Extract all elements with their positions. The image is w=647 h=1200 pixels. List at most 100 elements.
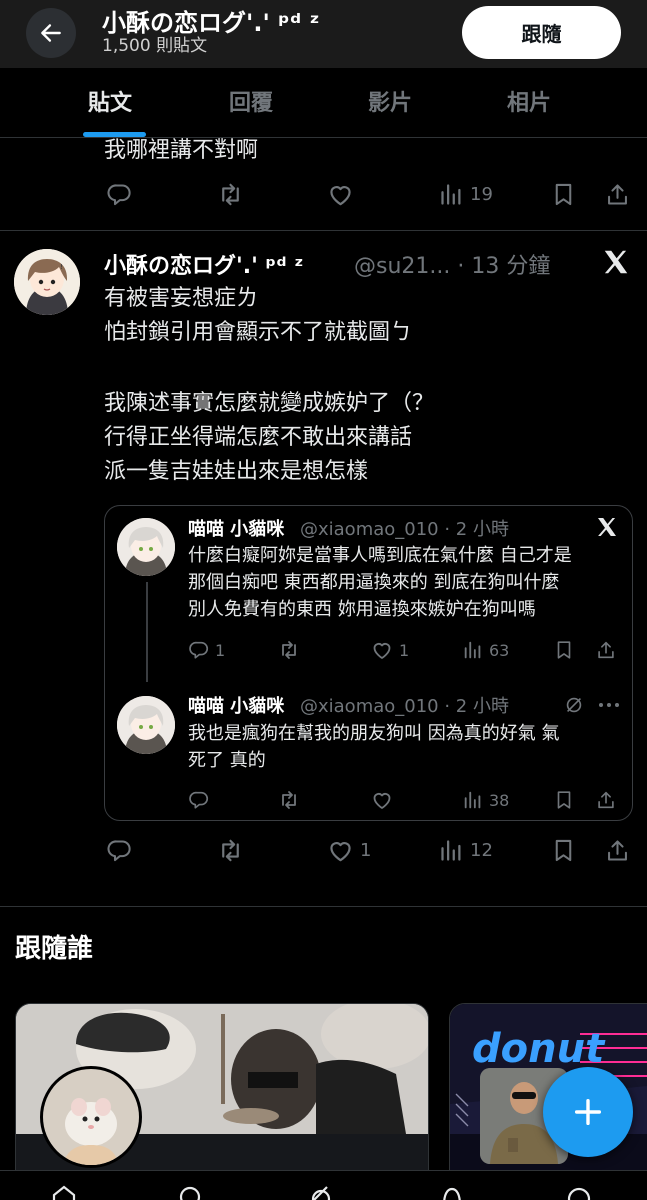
heart-icon	[370, 788, 394, 812]
bookmark-button[interactable]	[553, 782, 575, 818]
views-count: 19	[470, 183, 493, 205]
views-count: 63	[489, 640, 510, 660]
views-count: 12	[470, 839, 493, 861]
messages-icon[interactable]	[565, 1185, 593, 1200]
reply-icon	[188, 639, 210, 661]
heart-icon	[326, 180, 355, 209]
reply-button[interactable]	[106, 832, 133, 868]
x-logo-icon	[601, 247, 631, 277]
retweet-button[interactable]	[216, 832, 245, 868]
share-icon	[604, 181, 631, 208]
tweet-handle-time: @su21... · 13 分鐘	[354, 254, 551, 279]
retweet-icon	[216, 836, 245, 865]
views-count: 38	[489, 790, 510, 810]
bookmark-icon	[550, 837, 577, 864]
grok-icon[interactable]	[305, 1185, 335, 1200]
share-button[interactable]	[604, 832, 631, 868]
views-button[interactable]: 19	[438, 176, 493, 212]
tab-posts[interactable]: 貼文	[88, 85, 132, 117]
like-button[interactable]	[326, 176, 355, 212]
like-button[interactable]: 1	[370, 632, 409, 668]
avatar-illustration	[117, 518, 175, 576]
prev-tweet-text: 我哪裡講不對啊	[104, 138, 259, 163]
retweet-button[interactable]	[216, 176, 245, 212]
quote-handle-time: @xiaomao_010 · 2 小時	[300, 519, 509, 540]
bookmark-button[interactable]	[550, 176, 577, 212]
svg-text:!: !	[60, 263, 63, 271]
reply-count: 1	[215, 640, 226, 660]
tab-photos[interactable]: 相片	[507, 85, 551, 117]
search-icon[interactable]	[176, 1185, 204, 1200]
quote-handle-time: @xiaomao_010 · 2 小時	[300, 696, 509, 717]
reply-button[interactable]	[106, 176, 133, 212]
bookmark-button[interactable]	[553, 632, 575, 668]
reply-button[interactable]	[188, 782, 210, 818]
views-button[interactable]: 38	[462, 782, 509, 818]
like-count: 1	[399, 640, 410, 660]
retweet-icon	[216, 180, 245, 209]
quoted-thread-card[interactable]: 喵喵 小貓咪 @xiaomao_010 · 2 小時 什麼白癡阿妳是當事人嗎到底…	[104, 505, 633, 821]
tab-videos[interactable]: 影片	[368, 85, 412, 117]
quote-author-name[interactable]: 喵喵 小貓咪	[188, 515, 284, 541]
quote-text-line: 那個白痴吧 東西都用逼換來的 到底在狗叫什麼	[188, 572, 560, 593]
arrow-left-icon	[41, 24, 61, 42]
back-button[interactable]	[26, 8, 76, 58]
avatar[interactable]	[117, 518, 175, 576]
like-button[interactable]: 1	[326, 832, 371, 868]
bookmark-button[interactable]	[550, 832, 577, 868]
views-button[interactable]: 63	[462, 632, 509, 668]
avatar[interactable]	[117, 696, 175, 754]
share-icon	[604, 837, 631, 864]
share-button[interactable]	[604, 176, 631, 212]
home-icon[interactable]	[50, 1185, 78, 1200]
heart-icon	[370, 638, 394, 662]
retweet-button[interactable]	[277, 782, 301, 818]
reply-icon	[106, 837, 133, 864]
avatar[interactable]: !	[14, 249, 80, 315]
like-button[interactable]	[370, 782, 394, 818]
avatar-illustration: !	[14, 249, 80, 315]
bottom-navigation	[0, 1170, 647, 1200]
reply-icon	[106, 181, 133, 208]
quote-text-line: 死了 真的	[188, 750, 266, 771]
quote-text-line: 什麼白癡阿妳是當事人嗎到底在氣什麼 自己才是	[188, 545, 572, 566]
plus-icon	[574, 1098, 602, 1126]
share-button[interactable]	[595, 782, 617, 818]
svg-text:donut: donut	[472, 1026, 606, 1072]
tweet-author-name[interactable]: 小酥の恋ログ'.' ᵖᵈ ᶻ	[104, 248, 303, 280]
views-icon	[438, 181, 465, 208]
quote-author-name[interactable]: 喵喵 小貓咪	[188, 692, 284, 718]
tab-replies[interactable]: 回覆	[229, 85, 273, 117]
reply-icon	[188, 789, 210, 811]
retweet-button[interactable]	[277, 632, 301, 668]
bookmark-icon	[550, 181, 577, 208]
retweet-icon	[277, 638, 301, 662]
profile-header: 小酥の恋ログ'.' ᵖᵈ ᶻ 1,500 則貼文 跟隨	[0, 0, 647, 68]
heart-icon	[326, 836, 355, 865]
bookmark-icon	[553, 789, 575, 811]
avatar-photo	[43, 1069, 139, 1165]
tweet-actions: 1 12	[0, 832, 647, 868]
avatar[interactable]	[40, 1066, 142, 1168]
grok-icon[interactable]	[563, 694, 585, 716]
quote-actions: 1 1 63	[105, 632, 634, 668]
avatar-illustration	[117, 696, 175, 754]
compose-button[interactable]	[543, 1067, 633, 1157]
follow-button[interactable]: 跟隨	[462, 6, 621, 59]
like-count: 1	[360, 839, 372, 861]
bell-icon[interactable]	[438, 1185, 466, 1200]
retweet-icon	[277, 788, 301, 812]
tweet-text-line: 行得正坐得端怎麼不敢出來講話	[104, 425, 413, 450]
views-icon	[462, 639, 484, 661]
tweet-text-line: 我陳述事實怎麼就變成嫉妒了（？	[104, 391, 435, 416]
x-logo-icon	[595, 515, 619, 539]
share-icon	[595, 789, 617, 811]
post-count: 1,500 則貼文	[102, 36, 208, 56]
share-button[interactable]	[595, 632, 617, 668]
tweet-text-line: 怕封鎖引用會顯示不了就截圖ㄅ	[104, 320, 413, 345]
more-icon[interactable]	[597, 694, 621, 716]
views-button[interactable]: 12	[438, 832, 493, 868]
reply-button[interactable]: 1	[188, 632, 225, 668]
profile-tabs: 貼文 回覆 影片 相片	[0, 68, 647, 138]
divider	[0, 230, 647, 231]
